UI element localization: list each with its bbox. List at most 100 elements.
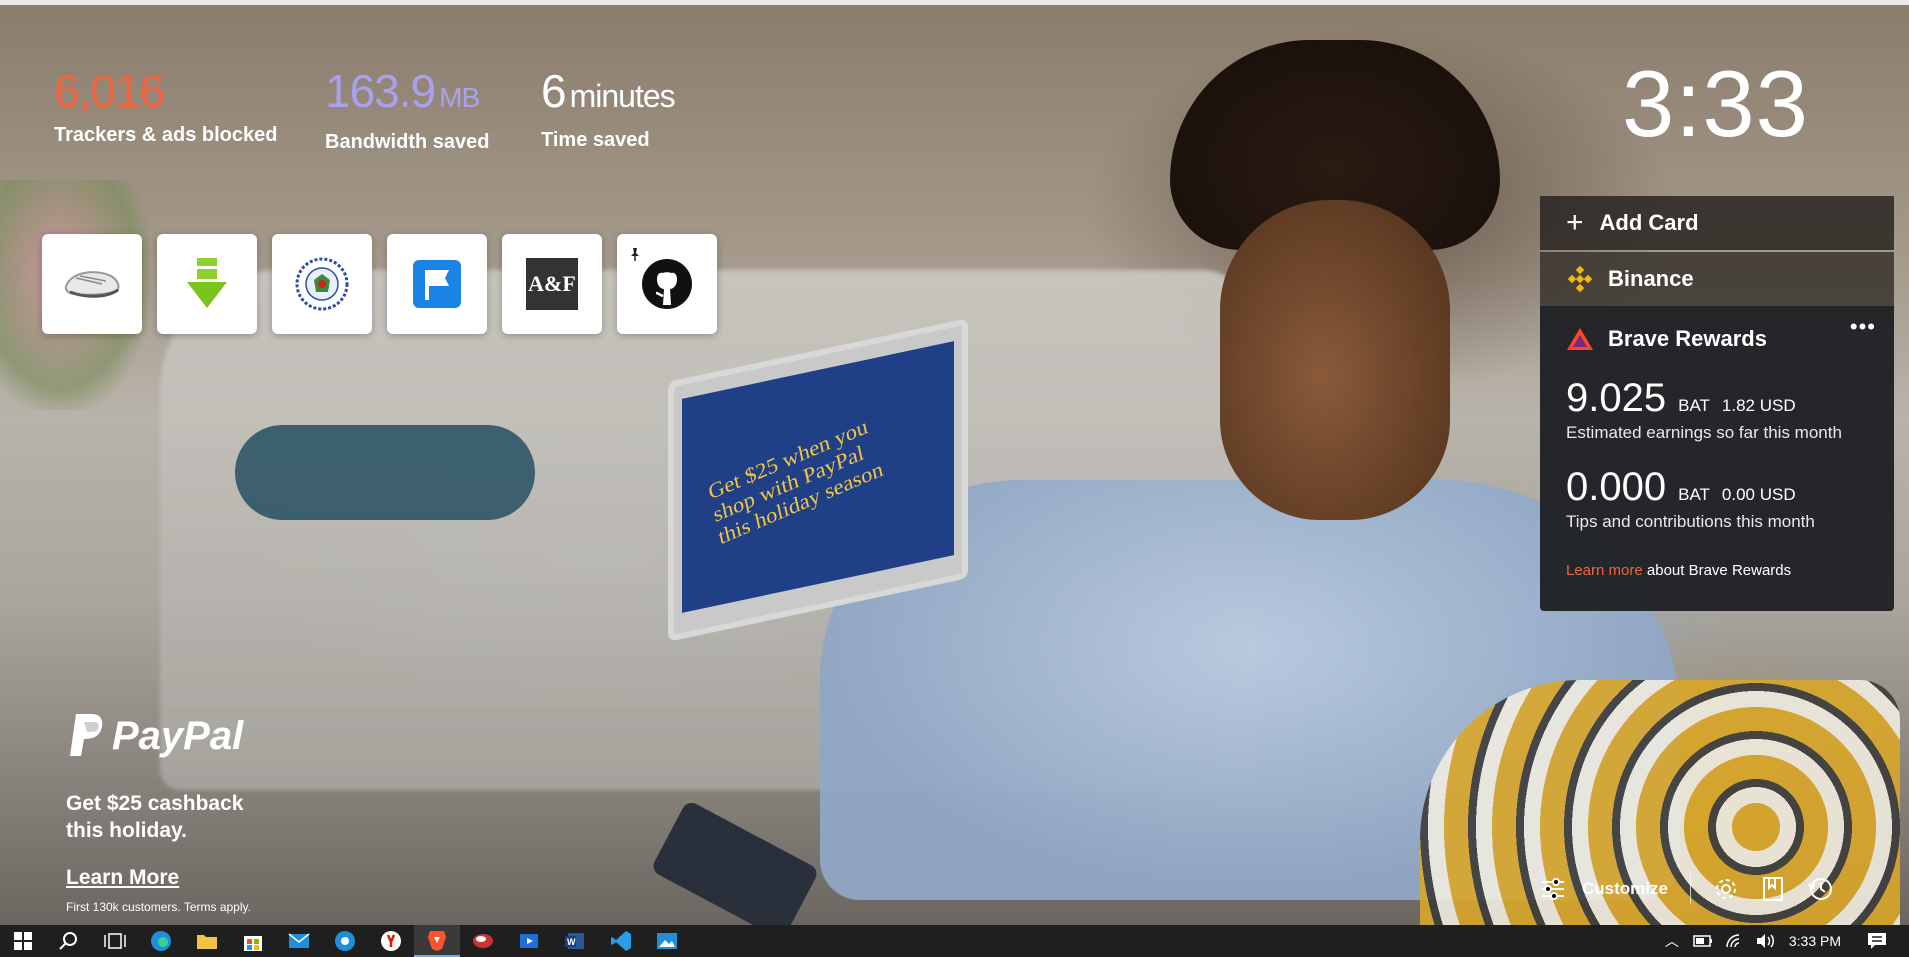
binance-icon <box>1567 265 1593 293</box>
taskbar-search-button[interactable] <box>46 925 92 957</box>
tips-usd: 0.00 USD <box>1721 485 1796 504</box>
taskbar-video-app[interactable] <box>506 925 552 957</box>
pillow-image <box>235 425 535 520</box>
af-logo-icon: A&F <box>526 258 578 310</box>
time-stat: 6 minutes Time saved <box>541 64 676 152</box>
taskbar-edge[interactable] <box>138 925 184 957</box>
rewards-footer: Learn more about Brave Rewards <box>1566 562 1868 579</box>
taskbar-photos[interactable] <box>644 925 690 957</box>
top-site-tile-4[interactable] <box>387 234 487 334</box>
store-icon <box>244 936 262 951</box>
rewards-header: Brave Rewards <box>1566 326 1868 352</box>
more-options-icon[interactable]: ••• <box>1850 316 1876 338</box>
sponsored-ad: PayPal Get $25 cashback this holiday. Le… <box>66 712 251 915</box>
taskbar-store[interactable] <box>230 925 276 957</box>
coat-of-arms-icon <box>295 257 349 311</box>
battery-icon[interactable] <box>1693 935 1713 947</box>
learn-more-link[interactable]: Learn more <box>1566 562 1643 579</box>
taskbar-word[interactable]: W <box>552 925 598 957</box>
network-app-icon <box>473 934 493 948</box>
top-site-tile-5[interactable]: A&F <box>502 234 602 334</box>
phone-image <box>650 799 820 941</box>
yandex-icon <box>381 931 401 951</box>
ad-headline-line2: this holiday. <box>66 819 187 842</box>
shoe-icon <box>64 271 120 298</box>
bandwidth-value: 163.9 <box>325 65 436 117</box>
trackers-label: Trackers & ads blocked <box>54 124 278 146</box>
top-site-tile-2[interactable] <box>157 234 257 334</box>
wifi-icon[interactable] <box>1725 933 1745 949</box>
taskbar-chrome[interactable] <box>322 925 368 957</box>
pin-icon[interactable] <box>627 246 643 262</box>
system-tray: ︿ 3:33 PM <box>1665 925 1909 957</box>
paypal-logo: PayPal <box>66 712 251 760</box>
github-icon <box>642 259 692 309</box>
taskbar-mail[interactable] <box>276 925 322 957</box>
clock: 3:33 <box>1622 51 1809 156</box>
bandwidth-unit: MB <box>439 82 480 113</box>
top-site-tile-6[interactable] <box>617 234 717 334</box>
photos-icon <box>657 933 677 949</box>
ad-learn-more-button[interactable]: Learn More <box>66 866 251 890</box>
task-view-button[interactable] <box>92 925 138 957</box>
windows-start-icon <box>14 932 32 950</box>
customize-label: Customize <box>1582 879 1668 898</box>
taskbar-clock[interactable]: 3:33 PM <box>1789 933 1841 949</box>
vscode-icon <box>611 931 631 951</box>
time-unit: minutes <box>569 78 676 114</box>
taskbar-vscode[interactable] <box>598 925 644 957</box>
earnings-description: Estimated earnings so far this month <box>1566 423 1842 442</box>
ad-fineprint: First 130k customers. Terms apply. <box>66 900 251 914</box>
taskbar-brave[interactable] <box>414 925 460 957</box>
mail-icon <box>288 933 310 948</box>
tips-row: 0.000 BAT 0.00 USD <box>1566 465 1868 510</box>
top-site-tile-3[interactable] <box>272 234 372 334</box>
sliders-icon <box>1542 878 1564 900</box>
download-arrow-icon <box>187 258 227 308</box>
file-explorer-icon <box>197 935 217 949</box>
svg-text:W: W <box>567 937 576 947</box>
bandwidth-stat: 163.9 MB Bandwidth saved <box>325 64 489 154</box>
windows-taskbar: W ︿ 3:33 PM <box>0 925 1909 957</box>
tips-currency: BAT <box>1678 485 1710 504</box>
taskbar-file-explorer[interactable] <box>184 925 230 957</box>
binance-card[interactable]: Binance <box>1540 252 1894 306</box>
taskbar-yandex[interactable] <box>368 925 414 957</box>
binance-label: Binance <box>1608 266 1694 291</box>
time-label: Time saved <box>541 129 650 151</box>
earnings-row: 9.025 BAT 1.82 USD <box>1566 376 1868 421</box>
tips-amount: 0.000 <box>1566 465 1667 509</box>
chevron-up-icon[interactable]: ︿ <box>1665 931 1679 951</box>
volume-icon[interactable] <box>1755 933 1775 949</box>
ad-headline-line1: Get $25 cashback <box>66 792 244 815</box>
window-top-edge <box>0 0 1909 5</box>
add-card-button[interactable]: + Add Card <box>1540 196 1894 250</box>
taskbar-network-app[interactable] <box>460 925 506 957</box>
paypal-icon <box>70 714 103 756</box>
brave-icon <box>428 931 446 951</box>
bookmarks-icon[interactable] <box>1761 876 1785 902</box>
edge-icon <box>151 931 171 951</box>
trackers-stat: 6,016 Trackers & ads blocked <box>54 64 277 147</box>
laptop-screen: Get $25 when you shop with PayPal this h… <box>682 341 954 613</box>
ad-headline: Get $25 cashback this holiday. <box>66 790 251 844</box>
notifications-icon[interactable] <box>1867 932 1887 950</box>
time-value: 6 <box>541 65 567 117</box>
learn-more-suffix: about Brave Rewards <box>1646 562 1792 579</box>
earnings-usd: 1.82 USD <box>1721 396 1796 415</box>
gear-icon[interactable] <box>1713 876 1739 902</box>
bandwidth-label: Bandwidth saved <box>325 131 490 153</box>
video-app-icon <box>520 934 538 948</box>
task-view-icon <box>104 933 126 949</box>
tips-description: Tips and contributions this month <box>1566 512 1815 531</box>
earnings-amount: 9.025 <box>1566 376 1667 420</box>
word-icon: W <box>565 933 584 949</box>
windows-start-button[interactable] <box>0 925 46 957</box>
page-controls: Customize <box>1540 874 1833 904</box>
top-site-tile-1[interactable] <box>42 234 142 334</box>
bat-logo-icon <box>1567 328 1593 350</box>
controls-divider <box>1689 874 1691 904</box>
customize-button[interactable]: Customize <box>1540 877 1668 901</box>
paypal-brand: PayPal <box>112 713 244 758</box>
history-icon[interactable] <box>1807 876 1833 902</box>
